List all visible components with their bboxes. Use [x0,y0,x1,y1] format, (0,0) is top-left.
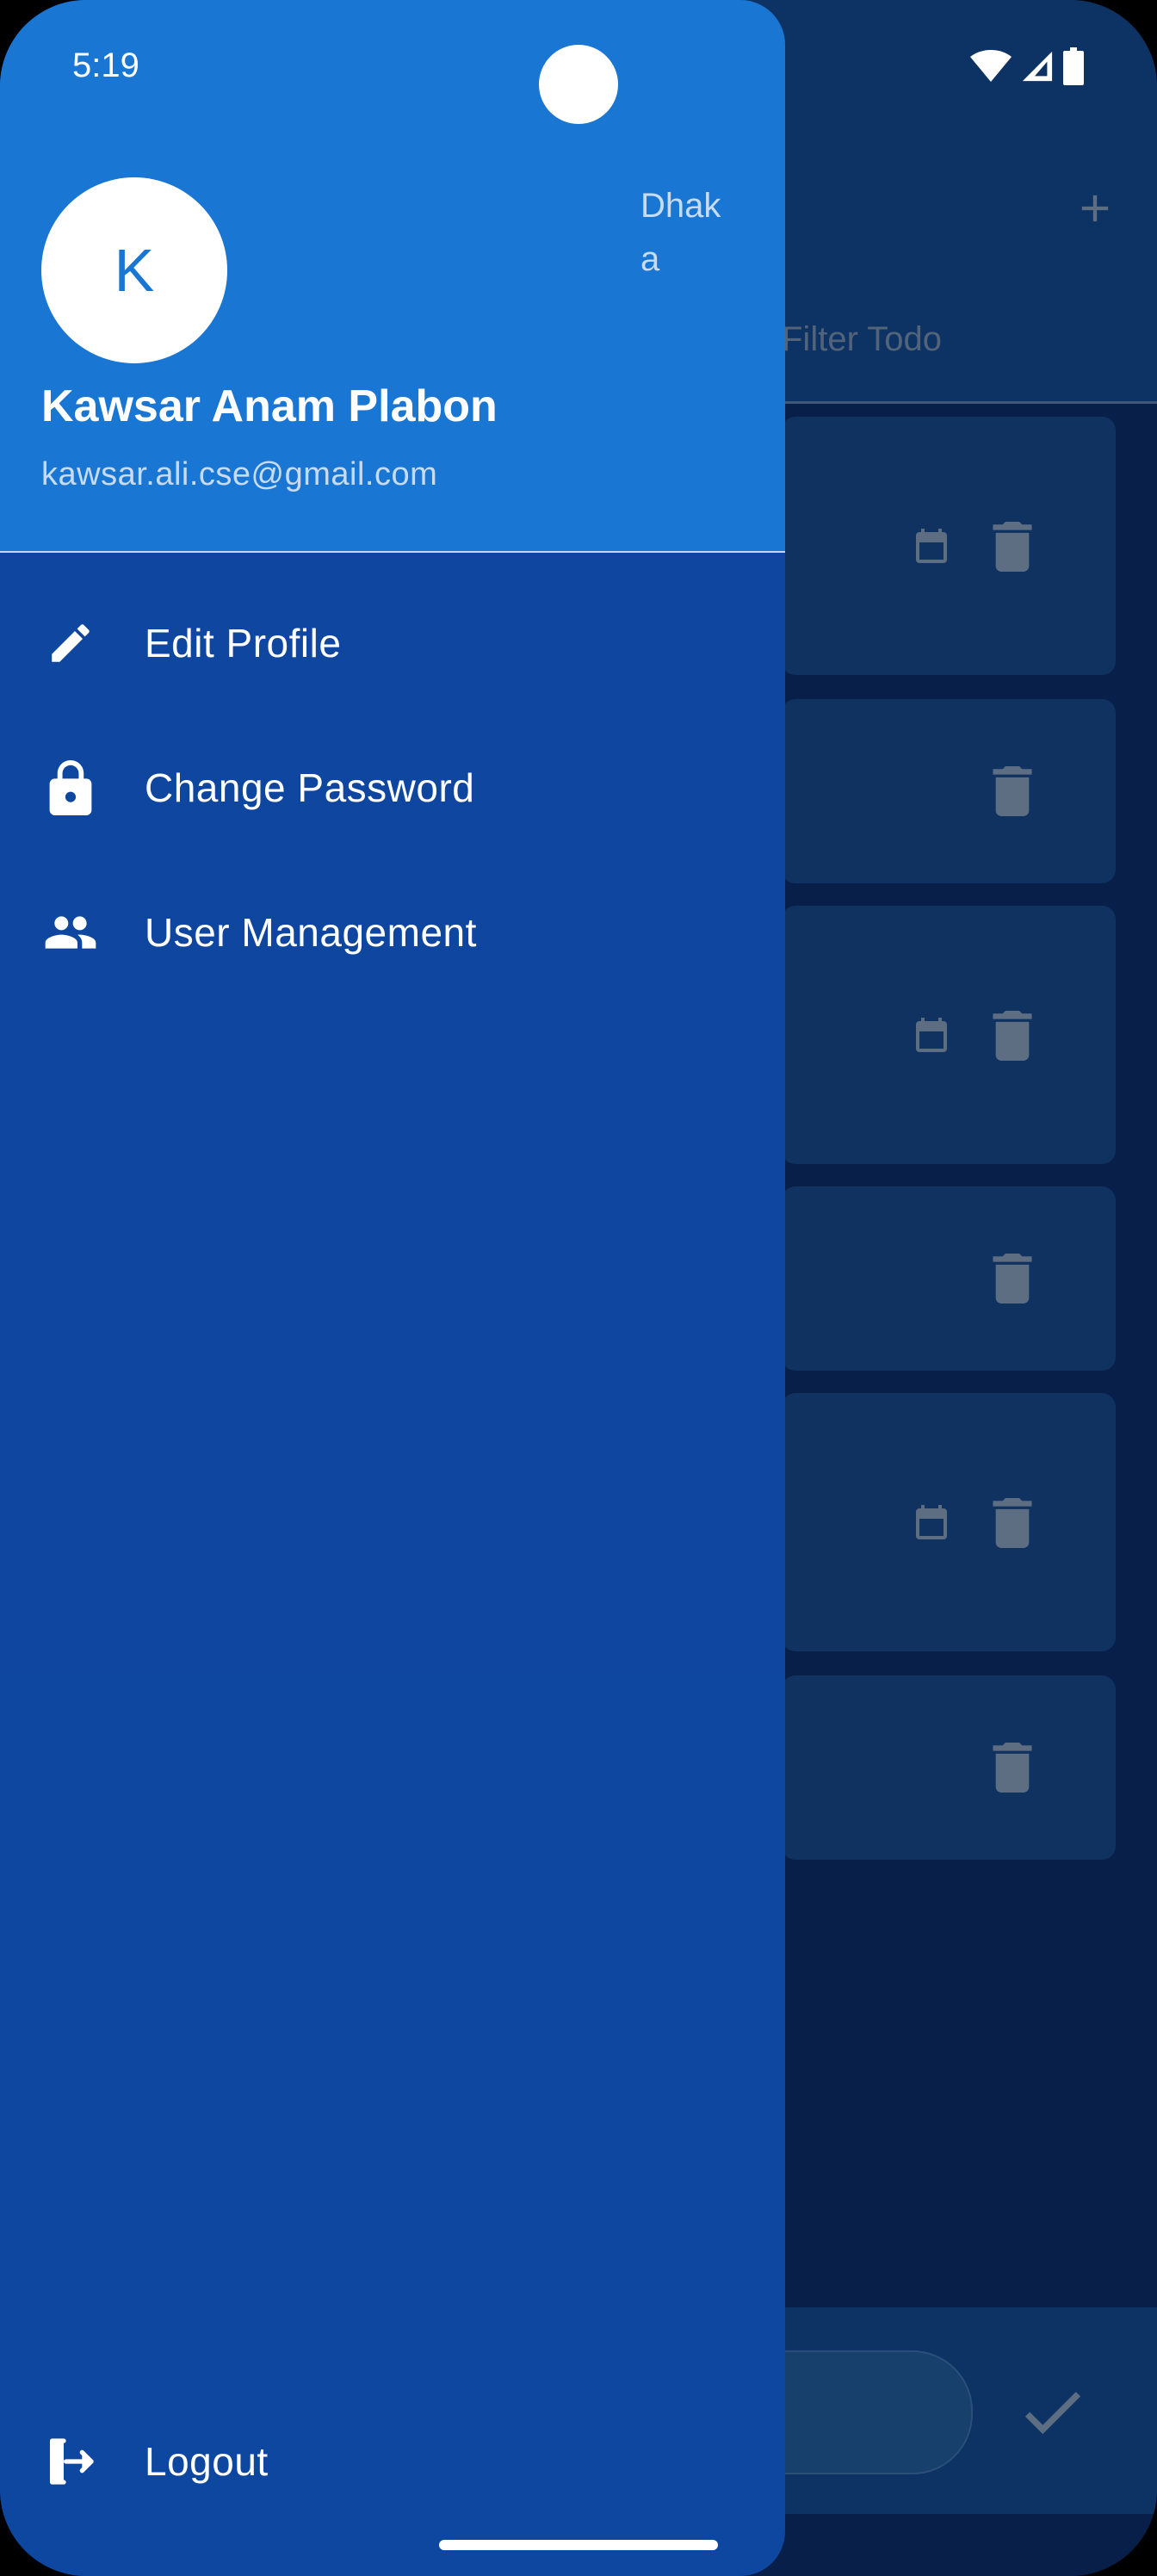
menu-item-change-password[interactable]: Change Password [0,723,785,852]
camera-cutout [539,45,618,124]
user-name: Kawsar Anam Plabon [41,381,498,431]
user-email: kawsar.ali.cse@gmail.com [41,456,438,492]
todo-card[interactable] [782,417,1116,675]
todo-card[interactable] [782,1186,1116,1371]
phone-screen: Filter Todo 5:19 K Dhaka Kawsar Anam Pla… [0,0,1157,2576]
people-icon [43,905,98,960]
avatar[interactable]: K [41,177,227,363]
user-location: Dhaka [640,187,721,278]
lock-icon [43,760,98,815]
menu-item-user-management[interactable]: User Management [0,868,785,997]
pencil-icon [43,616,98,671]
todo-card[interactable] [782,906,1116,1164]
tab-filter-todo[interactable]: Filter Todo [782,320,942,359]
menu-label-change-password: Change Password [145,765,475,810]
battery-icon [1062,46,1085,90]
navigation-drawer: 5:19 K Dhaka Kawsar Anam Plabon kawsar.a… [0,0,785,2576]
logout-icon [43,2434,98,2489]
status-icons [969,46,1085,90]
delete-icon[interactable] [992,1011,1033,1061]
status-time: 5:19 [72,46,139,84]
signal-icon [1021,49,1054,88]
calendar-icon[interactable] [911,1502,952,1551]
header-divider [0,551,785,553]
plus-icon[interactable] [1073,186,1117,231]
avatar-initial: K [114,237,155,304]
check-icon[interactable] [1023,2387,1083,2435]
calendar-icon[interactable] [911,525,952,575]
menu-item-logout[interactable]: Logout [0,2397,785,2526]
menu-item-edit-profile[interactable]: Edit Profile [0,579,785,708]
todo-card[interactable] [782,1675,1116,1860]
calendar-icon[interactable] [911,1014,952,1064]
delete-icon[interactable] [992,766,1033,816]
menu-label-user-management: User Management [145,910,477,955]
delete-icon[interactable] [992,1254,1033,1303]
delete-icon[interactable] [992,1498,1033,1548]
wifi-icon [969,49,1012,88]
delete-icon[interactable] [992,1743,1033,1793]
menu-label-logout: Logout [145,2439,269,2484]
home-indicator[interactable] [439,2540,718,2550]
todo-card[interactable] [782,1393,1116,1651]
delete-icon[interactable] [992,522,1033,572]
todo-card[interactable] [782,699,1116,883]
menu-label-edit-profile: Edit Profile [145,621,342,666]
